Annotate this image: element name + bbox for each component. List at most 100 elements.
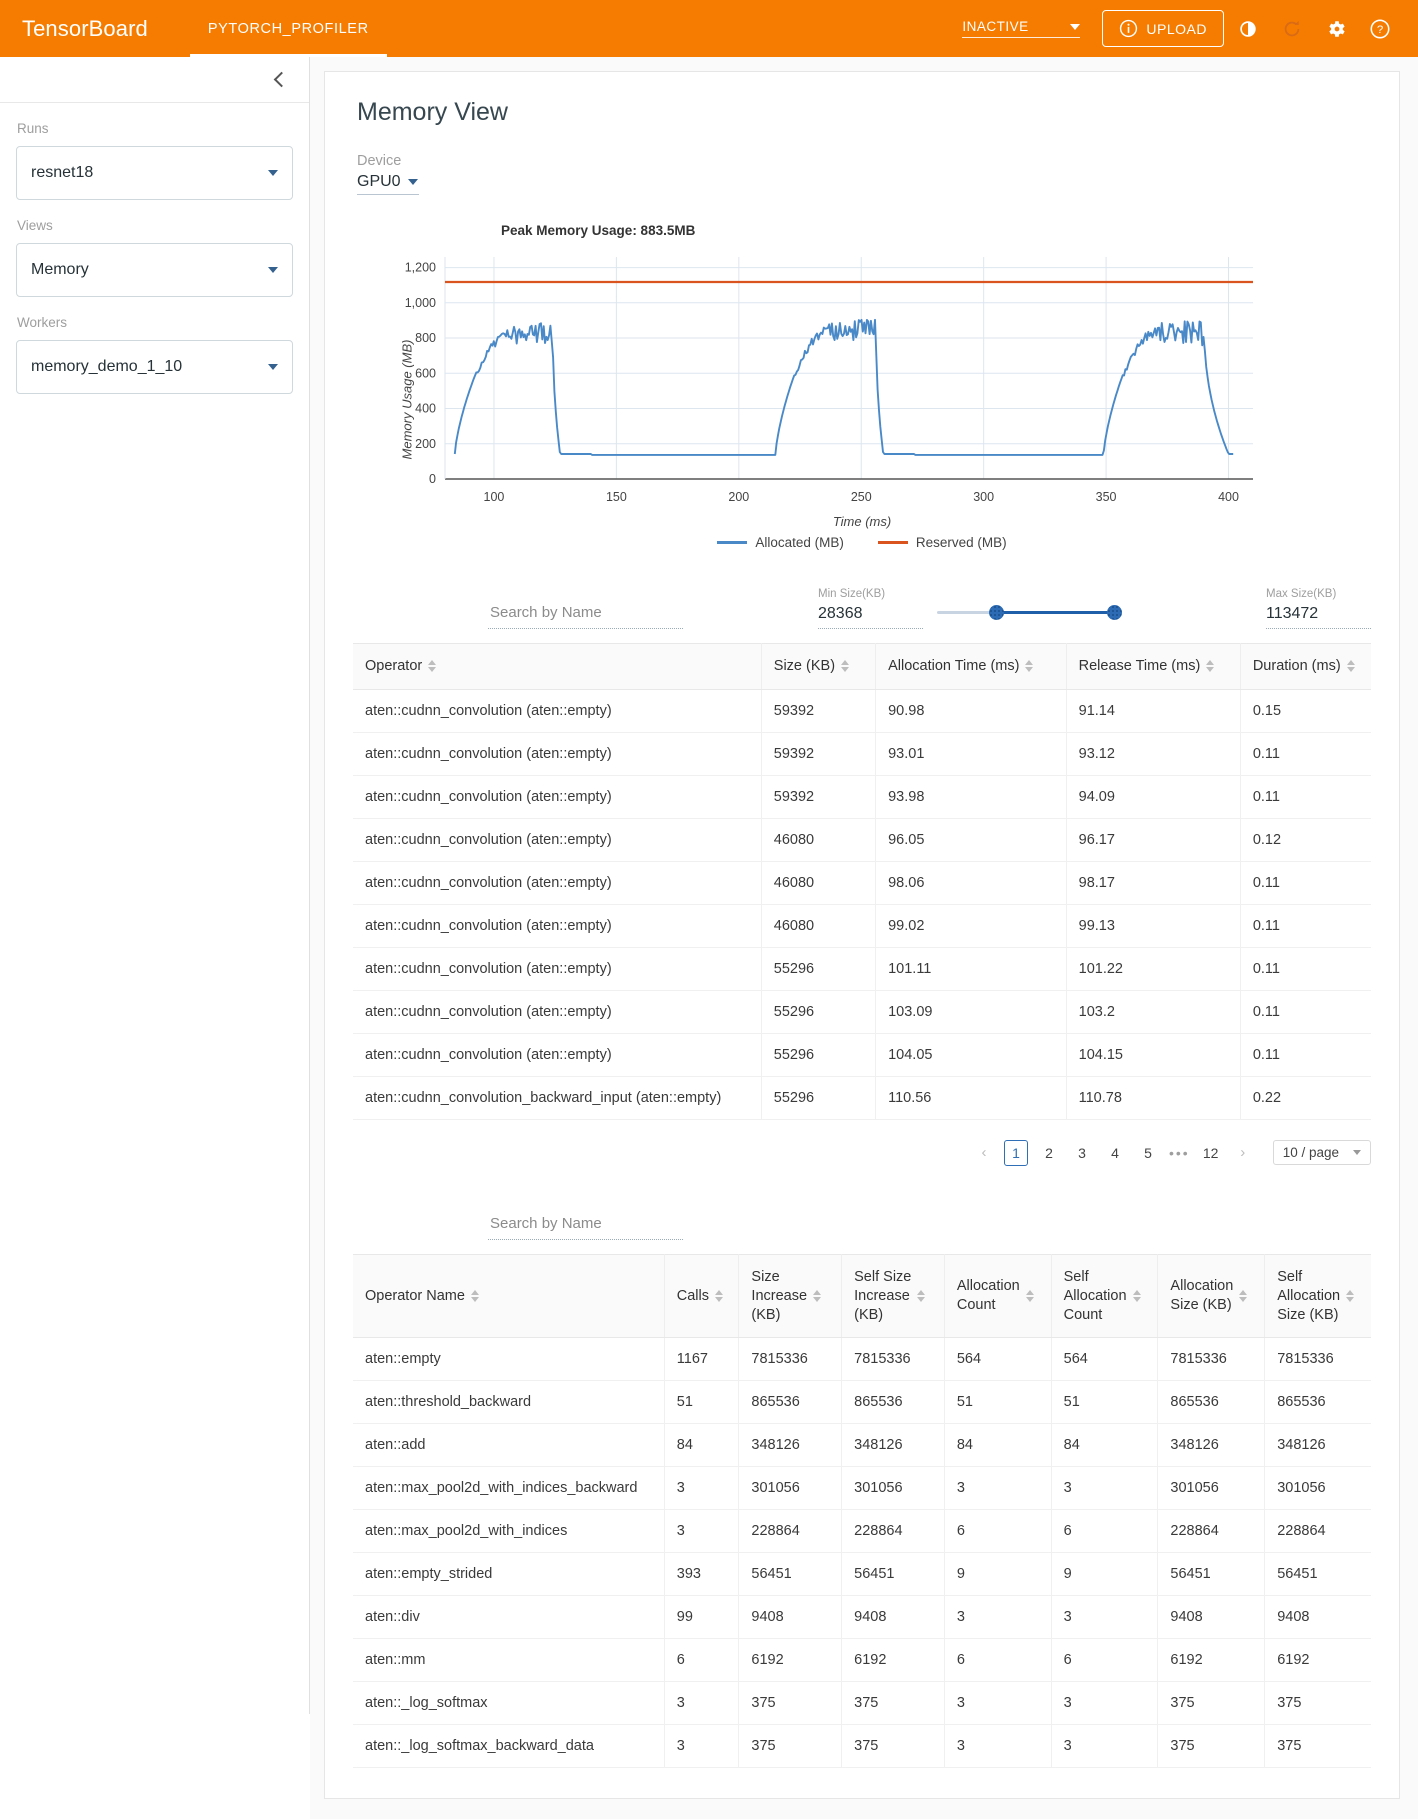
table-row[interactable]: aten::_log_softmax_backward_data 3 375 375 3…	[353, 1724, 1371, 1769]
sort-icon[interactable]	[1346, 660, 1355, 673]
table-cell-1: 55296	[761, 990, 877, 1034]
table-row[interactable]: aten::cudnn_convolution_backward_input (…	[353, 1076, 1371, 1120]
table-row[interactable]: aten::threshold_backward 51 865536 865536 51…	[353, 1380, 1371, 1425]
table-row[interactable]: aten::max_pool2d_with_indices_backward 3 3…	[353, 1466, 1371, 1511]
table-row[interactable]: aten::cudnn_convolution (aten::empty) 593…	[353, 689, 1371, 733]
sort-icon[interactable]	[1132, 1290, 1141, 1303]
search-input-ops[interactable]	[488, 603, 683, 622]
sort-icon[interactable]	[1239, 1290, 1248, 1303]
sort-icon[interactable]	[917, 1290, 926, 1303]
table-cell-6: 865536	[1157, 1380, 1266, 1425]
max-size-value[interactable]: 113472	[1266, 605, 1371, 629]
table-cell-1: 46080	[761, 861, 877, 905]
column-header-label: Allocation Time (ms)	[888, 658, 1020, 674]
column-header-3[interactable]: Self Size Increase (KB)	[841, 1253, 945, 1339]
column-header-1[interactable]: Size (KB)	[761, 643, 877, 690]
table-row[interactable]: aten::cudnn_convolution (aten::empty) 460…	[353, 818, 1371, 862]
max-size-field[interactable]: Max Size(KB) 113472	[1266, 588, 1371, 629]
refresh-icon[interactable]	[1272, 9, 1312, 49]
table-row[interactable]: aten::cudnn_convolution (aten::empty) 552…	[353, 990, 1371, 1034]
table-row[interactable]: aten::cudnn_convolution (aten::empty) 460…	[353, 904, 1371, 948]
column-header-6[interactable]: Allocation Size (KB)	[1157, 1253, 1266, 1339]
table-row[interactable]: aten::cudnn_convolution (aten::empty) 552…	[353, 947, 1371, 991]
upload-label: UPLOAD	[1146, 20, 1207, 37]
size-range-slider[interactable]	[937, 600, 1122, 626]
column-header-1[interactable]: Calls	[664, 1253, 740, 1339]
table-cell-2: 96.05	[875, 818, 1067, 862]
workers-select[interactable]: memory_demo_1_10	[16, 340, 293, 394]
table-cell-0: aten::mm	[353, 1638, 665, 1683]
run-status-select[interactable]: INACTIVE	[962, 19, 1081, 38]
table-cell-4: 0.11	[1240, 904, 1371, 948]
table-row[interactable]: aten::cudnn_convolution (aten::empty) 593…	[353, 775, 1371, 819]
pagination-next-button[interactable]: ›	[1232, 1140, 1254, 1166]
workers-value: memory_demo_1_10	[31, 358, 183, 375]
search-input-summary[interactable]	[488, 1213, 683, 1233]
table-row[interactable]: aten::div 99 9408 9408 3 3 9408 9408	[353, 1595, 1371, 1640]
column-header-2[interactable]: Size Increase (KB)	[738, 1253, 843, 1339]
slider-thumb-min[interactable]	[989, 605, 1005, 620]
legend-item-allocated[interactable]: Allocated (MB)	[717, 535, 844, 550]
column-header-5[interactable]: Self Allocation Count	[1051, 1253, 1159, 1339]
column-header-7[interactable]: Self Allocation Size (KB)	[1264, 1253, 1371, 1339]
min-size-value[interactable]: 28368	[818, 605, 923, 629]
sort-icon[interactable]	[1206, 660, 1215, 673]
table-row[interactable]: aten::add 84 348126 348126 84 84 348126 348126	[353, 1423, 1371, 1468]
column-header-label: Calls	[676, 1287, 709, 1304]
help-icon[interactable]: ?	[1360, 9, 1400, 49]
table-row[interactable]: aten::max_pool2d_with_indices 3 228864 2288…	[353, 1509, 1371, 1554]
pagination-last-page[interactable]: 12	[1199, 1140, 1223, 1166]
pagination-page-5[interactable]: 5	[1136, 1140, 1160, 1166]
sort-icon[interactable]	[1025, 1290, 1034, 1303]
column-header-3[interactable]: Release Time (ms)	[1066, 643, 1241, 690]
gear-icon[interactable]	[1316, 9, 1356, 49]
brightness-icon[interactable]	[1228, 9, 1268, 49]
chevron-down-icon	[1070, 23, 1081, 30]
table-row[interactable]: aten::_log_softmax 3 375 375 3 3 375 375	[353, 1681, 1371, 1726]
svg-text:400: 400	[415, 402, 436, 416]
table-cell-0: aten::cudnn_convolution (aten::empty)	[353, 732, 762, 776]
search-field-summary[interactable]	[488, 1213, 683, 1240]
pagination-ellipsis: •••	[1168, 1144, 1190, 1161]
pagination-page-4[interactable]: 4	[1103, 1140, 1127, 1166]
pagination-page-3[interactable]: 3	[1070, 1140, 1094, 1166]
min-size-field[interactable]: Min Size(KB) 28368	[818, 588, 923, 629]
table-cell-3: 94.09	[1066, 775, 1241, 819]
sort-icon[interactable]	[1025, 660, 1034, 673]
slider-thumb-max[interactable]	[1107, 605, 1122, 620]
column-header-2[interactable]: Allocation Time (ms)	[875, 643, 1067, 690]
table-cell-4: 9	[944, 1552, 1052, 1597]
search-field-ops[interactable]	[488, 603, 683, 629]
runs-select[interactable]: resnet18	[16, 146, 293, 200]
tab-pytorch-profiler[interactable]: PYTORCH_PROFILER	[189, 0, 387, 57]
table-cell-1: 51	[664, 1380, 740, 1425]
table-cell-2: 104.05	[875, 1033, 1067, 1077]
sort-icon[interactable]	[715, 1290, 723, 1303]
views-select[interactable]: Memory	[16, 243, 293, 297]
pagination-page-2[interactable]: 2	[1037, 1140, 1061, 1166]
table-row[interactable]: aten::mm 6 6192 6192 6 6 6192 6192	[353, 1638, 1371, 1683]
upload-button[interactable]: UPLOAD	[1102, 10, 1224, 47]
page-size-select[interactable]: 10 / page	[1272, 1140, 1371, 1166]
sidebar-collapse-button[interactable]	[0, 57, 309, 103]
column-header-0[interactable]: Operator	[353, 643, 762, 690]
legend-item-reserved[interactable]: Reserved (MB)	[877, 535, 1007, 550]
pagination-prev-button[interactable]: ‹	[973, 1140, 995, 1166]
table-cell-3: 96.17	[1066, 818, 1241, 862]
sort-icon[interactable]	[841, 660, 850, 673]
device-selector-block: Device GPU0	[357, 153, 1371, 195]
column-header-4[interactable]: Duration (ms)	[1240, 643, 1371, 690]
table-row[interactable]: aten::empty 1167 7815336 7815336 564 564 78153…	[353, 1337, 1371, 1382]
table-row[interactable]: aten::cudnn_convolution (aten::empty) 593…	[353, 732, 1371, 776]
column-header-4[interactable]: Allocation Count	[944, 1253, 1052, 1339]
sort-icon[interactable]	[428, 660, 437, 673]
column-header-0[interactable]: Operator Name	[353, 1253, 665, 1339]
table-row[interactable]: aten::cudnn_convolution (aten::empty) 460…	[353, 861, 1371, 905]
sort-icon[interactable]	[470, 1290, 479, 1303]
sort-icon[interactable]	[813, 1290, 822, 1303]
pagination-page-1[interactable]: 1	[1003, 1139, 1028, 1166]
device-select[interactable]: GPU0	[357, 173, 419, 195]
table-row[interactable]: aten::empty_strided 393 56451 56451 9 9 56451 5…	[353, 1552, 1371, 1597]
sort-icon[interactable]	[1346, 1290, 1355, 1303]
table-row[interactable]: aten::cudnn_convolution (aten::empty) 552…	[353, 1033, 1371, 1077]
